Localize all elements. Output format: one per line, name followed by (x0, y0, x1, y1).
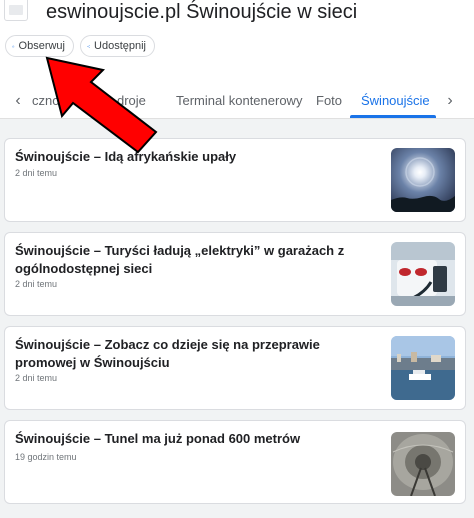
article-time: 2 dni temu (15, 373, 58, 383)
article-time: 2 dni temu (15, 279, 58, 289)
article-title[interactable]: Świnoujście – Tunel ma już ponad 600 met… (15, 430, 377, 448)
article-thumbnail[interactable] (391, 148, 455, 212)
star-icon (12, 44, 15, 48)
share-label: Udostępnij (94, 40, 146, 52)
article-time: 19 godzin temu (15, 452, 77, 462)
follow-button[interactable]: Obserwuj (5, 35, 74, 57)
share-icon (87, 44, 90, 48)
article-card[interactable]: Świnoujście – Turyści ładują „elektryki”… (4, 232, 466, 316)
chevron-right-icon[interactable]: › (442, 92, 458, 110)
tab-droje[interactable]: droje (117, 84, 146, 117)
article-title[interactable]: Świnoujście – Zobacz co dzieje się na pr… (15, 336, 377, 372)
tab-foto[interactable]: Foto (316, 84, 342, 117)
page-title: eswinoujscie.pl Świnoujście w sieci (46, 1, 358, 23)
tab-swinoujscie[interactable]: Świnoujście (361, 84, 430, 117)
article-card[interactable]: Świnoujście – Idą afrykańskie upały 2 dn… (4, 138, 466, 222)
article-thumbnail[interactable] (391, 242, 455, 306)
active-tab-indicator (350, 115, 436, 118)
article-thumbnail[interactable] (391, 336, 455, 400)
follow-label: Obserwuj (18, 40, 65, 52)
article-card[interactable]: Świnoujście – Zobacz co dzieje się na pr… (4, 326, 466, 410)
chevron-left-icon[interactable]: ‹ (10, 92, 26, 110)
tab-terminal-kontenerowy[interactable]: Terminal kontenerowy (176, 84, 302, 117)
publisher-logo[interactable] (4, 0, 28, 21)
section-tabs: ‹ czno droje Terminal kontenerowy Foto Ś… (0, 84, 474, 119)
article-thumbnail[interactable] (391, 432, 455, 496)
share-button[interactable]: Udostępnij (80, 35, 155, 57)
tab-czno[interactable]: czno (32, 84, 59, 117)
article-card[interactable]: Świnoujście – Tunel ma już ponad 600 met… (4, 420, 466, 504)
article-time: 2 dni temu (15, 168, 58, 178)
header: eswinoujscie.pl Świnoujście w sieci Obse… (0, 0, 474, 84)
article-title[interactable]: Świnoujście – Idą afrykańskie upały (15, 148, 377, 166)
article-title[interactable]: Świnoujście – Turyści ładują „elektryki”… (15, 242, 377, 278)
